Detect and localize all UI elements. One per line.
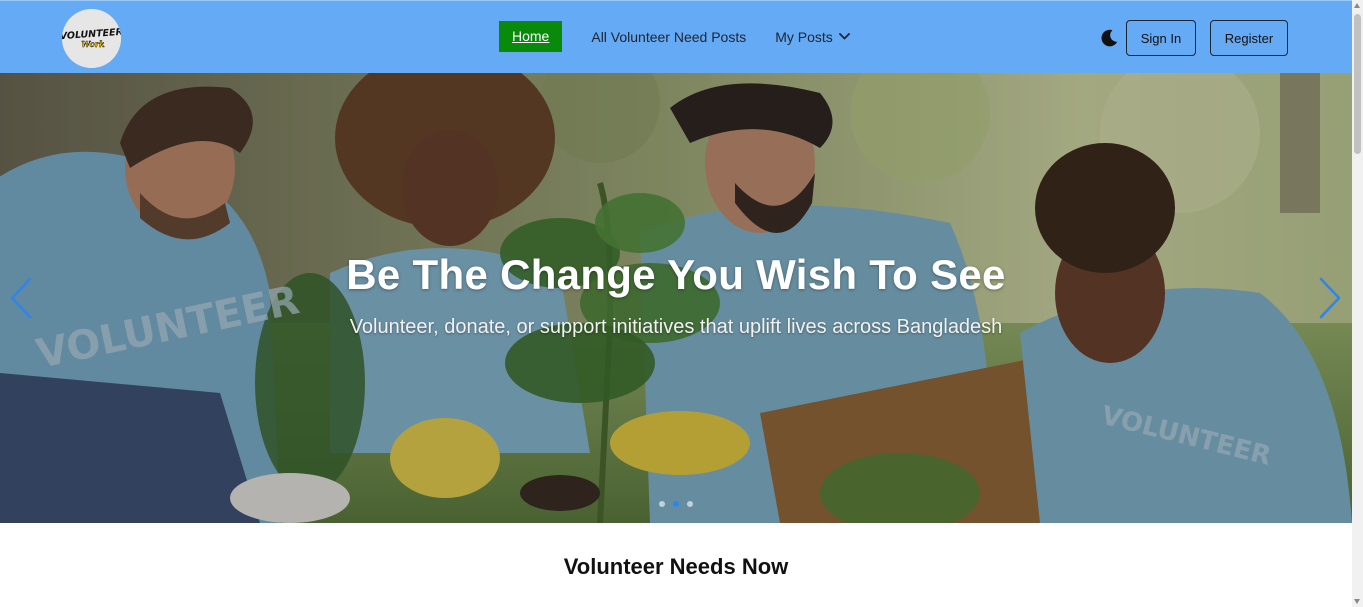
nav-my-posts-label: My Posts — [775, 28, 833, 45]
sign-in-button[interactable]: Sign In — [1126, 20, 1196, 56]
hero-carousel: VOLUNTEER VOLUNTEER Be The Change You Wi… — [0, 73, 1352, 523]
scroll-down-icon[interactable] — [1354, 599, 1360, 604]
hero-title: Be The Change You Wish To See — [346, 251, 1006, 298]
section-title: Volunteer Needs Now — [563, 554, 789, 579]
chevron-right-icon[interactable] — [1317, 276, 1343, 320]
carousel-dot-3[interactable] — [687, 501, 693, 507]
page-scrollbar[interactable] — [1352, 0, 1363, 607]
chevron-left-icon[interactable] — [8, 276, 34, 320]
navbar: VOLUNTEER Work Home All Volunteer Need P… — [0, 0, 1352, 73]
carousel-pagination — [0, 501, 1352, 507]
scroll-thumb[interactable] — [1354, 14, 1361, 154]
logo-text-bottom: Work — [81, 39, 105, 49]
carousel-dot-1[interactable] — [659, 501, 665, 507]
chevron-down-icon — [838, 33, 850, 40]
main-nav: Home All Volunteer Need Posts My Posts — [499, 21, 850, 52]
nav-all-posts-label: All Volunteer Need Posts — [591, 28, 747, 45]
moon-icon[interactable] — [1099, 28, 1119, 48]
register-button[interactable]: Register — [1210, 20, 1288, 56]
hero-subtitle: Volunteer, donate, or support initiative… — [349, 316, 1003, 338]
scroll-up-icon[interactable] — [1354, 3, 1360, 8]
nav-home-link[interactable]: Home — [499, 21, 563, 52]
carousel-dot-2[interactable] — [673, 501, 679, 507]
nav-all-posts-link[interactable]: All Volunteer Need Posts — [591, 29, 746, 45]
nav-my-posts-dropdown[interactable]: My Posts — [775, 29, 850, 45]
brand-logo[interactable]: VOLUNTEER Work — [62, 9, 121, 68]
